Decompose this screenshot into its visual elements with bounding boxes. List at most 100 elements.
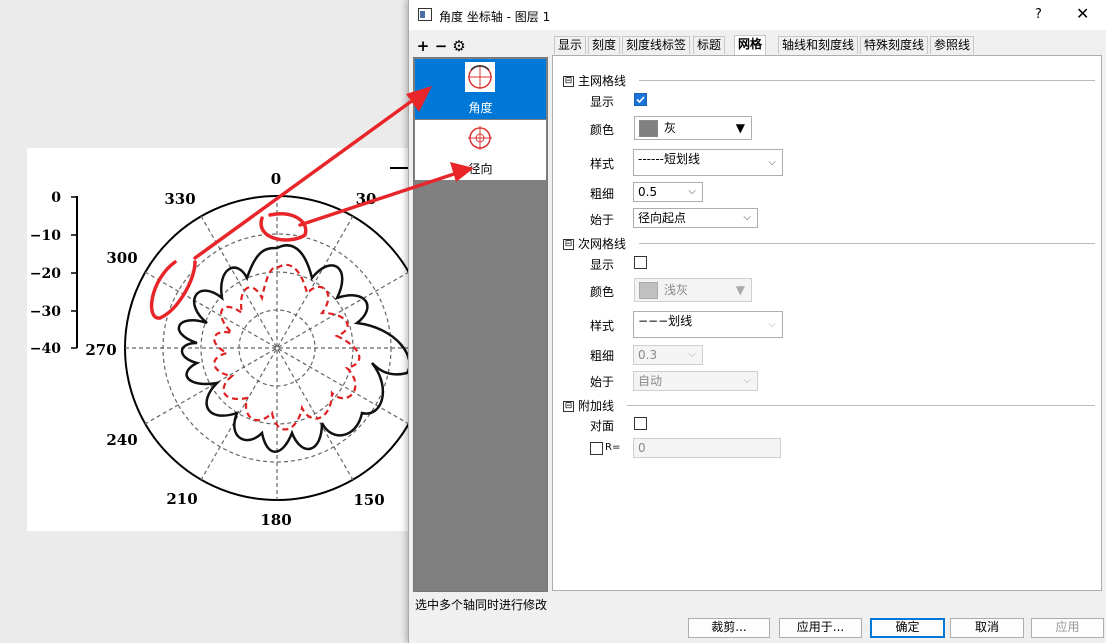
chevron-down-icon: ⌵ (743, 212, 751, 223)
major-width-label: 粗细 (590, 187, 615, 201)
crop-button[interactable]: 裁剪... (688, 618, 770, 638)
tab-line-ticks[interactable]: 轴线和刻度线 (778, 36, 859, 54)
major-start-label: 始于 (590, 213, 615, 227)
r-checkbox[interactable] (590, 442, 603, 455)
radial-tick-label: −40 (30, 341, 61, 357)
minor-show-label: 显示 (590, 258, 615, 272)
angle-label: 210 (166, 490, 197, 508)
collapse-icon[interactable]: ⊟ (563, 401, 574, 412)
angle-label: 0 (271, 170, 281, 188)
opposite-checkbox[interactable] (634, 417, 647, 430)
divider (639, 243, 1095, 244)
radial-axis-icon (465, 123, 495, 153)
major-color-select[interactable]: 灰 ▼ (634, 116, 752, 140)
help-button[interactable]: ? (1035, 7, 1042, 22)
angle-label: 330 (164, 190, 195, 208)
dialog-title: 角度 坐标轴 - 图层 1 (439, 10, 551, 24)
chevron-down-icon: ⌵ (743, 375, 751, 386)
angle-label: 240 (106, 431, 137, 449)
minor-width-label: 粗细 (590, 349, 615, 363)
collapse-icon[interactable]: ⊟ (563, 76, 574, 87)
minor-show-checkbox[interactable] (634, 256, 647, 269)
extra-lines-title: 附加线 (578, 399, 615, 413)
axis-item-radial[interactable]: 径向 (415, 120, 546, 180)
angle-label: 270 (85, 341, 116, 359)
major-start-value: 径向起点 (638, 211, 687, 225)
app-icon (418, 8, 432, 21)
major-show-label: 显示 (590, 95, 615, 109)
divider (639, 80, 1095, 81)
gear-icon[interactable]: ⚙ (450, 37, 468, 55)
opposite-label: 对面 (590, 419, 615, 433)
polar-plot-background: 0 −10 −20 −30 −40 0 30 150 180 210 240 2… (27, 148, 430, 531)
tab-special-ticks[interactable]: 特殊刻度线 (860, 36, 929, 54)
chevron-down-icon: ⌵ (768, 319, 776, 330)
dropdown-arrow-icon: ▼ (735, 121, 745, 135)
color-swatch (639, 120, 658, 137)
minor-style-select[interactable]: −−−划线 ⌵ (633, 311, 783, 338)
ok-button[interactable]: 确定 (870, 618, 945, 638)
color-swatch (639, 282, 658, 299)
minor-style-value: −−−划线 (638, 314, 693, 328)
r-value: 0 (638, 441, 646, 455)
minor-start-label: 始于 (590, 375, 615, 389)
major-grid-title: 主网格线 (578, 74, 627, 88)
minor-width-select[interactable]: 0.3 ⌵ (633, 345, 703, 365)
divider (627, 405, 1095, 406)
radial-tick-label: −30 (30, 304, 61, 320)
cancel-button[interactable]: 取消 (950, 618, 1024, 638)
apply-to-button[interactable]: 应用于... (779, 618, 862, 638)
major-style-select[interactable]: ------短划线 ⌵ (633, 149, 783, 176)
extra-lines-header[interactable]: ⊟ 附加线 (563, 397, 1095, 414)
axis-item-label: 径向 (468, 162, 493, 176)
axis-list: 角度 径向 (413, 57, 548, 592)
major-grid-header[interactable]: ⊟ 主网格线 (563, 72, 1095, 89)
chevron-down-icon: ⌵ (688, 349, 696, 360)
major-color-value: 灰 (664, 121, 677, 135)
angle-label: 300 (106, 249, 137, 267)
major-start-select[interactable]: 径向起点 ⌵ (633, 208, 758, 228)
minor-start-select[interactable]: 自动 ⌵ (633, 371, 758, 391)
grid-tab-content: ⊟ 主网格线 显示 颜色 灰 ▼ 样式 ------短划线 ⌵ 粗细 0.5 ⌵ … (552, 55, 1102, 591)
add-icon[interactable]: + (414, 37, 432, 55)
major-color-label: 颜色 (590, 123, 615, 137)
tab-display[interactable]: 显示 (554, 36, 587, 54)
tab-title[interactable]: 标题 (693, 36, 726, 54)
minor-grid-header[interactable]: ⊟ 次网格线 (563, 235, 1095, 252)
axis-item-label: 角度 (468, 101, 493, 115)
major-width-value: 0.5 (638, 185, 658, 199)
minor-color-select[interactable]: 浅灰 ▼ (634, 278, 752, 302)
title-bar: 角度 坐标轴 - 图层 1 ? ✕ (409, 0, 1106, 30)
angle-axis-dialog: 角度 坐标轴 - 图层 1 ? ✕ + − ⚙ 角度 径向 显示 刻度 刻度线标… (408, 0, 1106, 643)
apply-button[interactable]: 应用 (1031, 618, 1104, 638)
status-text: 选中多个轴同时进行修改 (415, 598, 548, 612)
radial-tick-label: −20 (30, 266, 61, 282)
major-width-select[interactable]: 0.5 ⌵ (633, 182, 703, 202)
r-value-input[interactable]: 0 (633, 438, 781, 458)
tab-scale[interactable]: 刻度 (588, 36, 621, 54)
minor-grid-title: 次网格线 (578, 237, 627, 251)
major-show-checkbox[interactable] (634, 93, 647, 106)
axis-item-angle[interactable]: 角度 (415, 59, 546, 119)
collapse-icon[interactable]: ⊟ (563, 239, 574, 250)
r-label: R= (605, 442, 621, 453)
tab-grid[interactable]: 网格 (734, 35, 767, 55)
minor-width-value: 0.3 (638, 348, 658, 362)
angle-axis-icon (465, 62, 495, 92)
remove-icon[interactable]: − (432, 37, 450, 55)
minor-color-value: 浅灰 (664, 283, 689, 297)
angle-label: 150 (353, 491, 384, 509)
tab-tick-labels[interactable]: 刻度线标签 (622, 36, 691, 54)
close-button[interactable]: ✕ (1076, 4, 1089, 23)
tab-reference-lines[interactable]: 参照线 (930, 36, 975, 54)
chevron-down-icon: ⌵ (688, 186, 696, 197)
axis-toolbar: + − ⚙ (414, 37, 468, 55)
chevron-down-icon: ⌵ (768, 157, 776, 168)
checkmark-icon (636, 96, 645, 104)
angle-label: 180 (260, 511, 291, 529)
polar-plot-svg: 0 −10 −20 −30 −40 0 30 150 180 210 240 2… (30, 167, 430, 529)
radial-tick-label: −10 (30, 228, 61, 244)
major-style-label: 样式 (590, 157, 615, 171)
angle-label: 30 (356, 190, 377, 208)
minor-style-label: 样式 (590, 319, 615, 333)
